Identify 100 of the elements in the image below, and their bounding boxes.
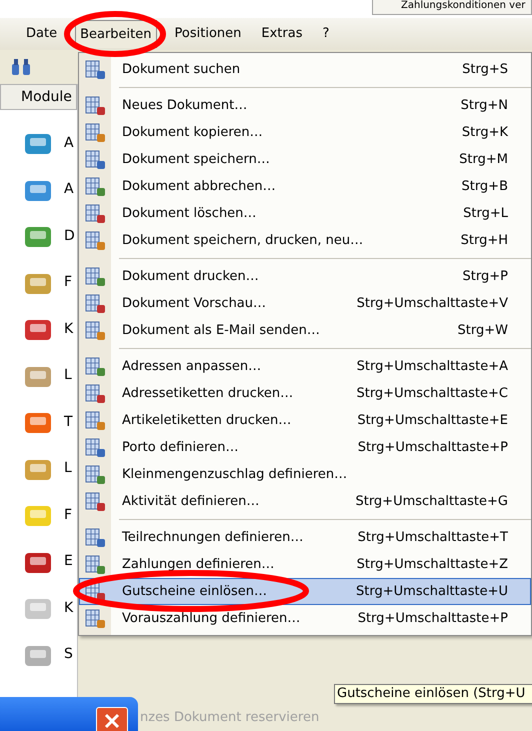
document-grid-icon — [84, 528, 106, 548]
menu-item-label: Adressen anpassen… — [122, 358, 262, 376]
menu-bar-item[interactable]: Positionen — [172, 20, 244, 48]
menu-item-label: Adressetiketten drucken… — [122, 384, 294, 403]
shortcut-text: Strg+K — [462, 124, 508, 142]
document-grid-icon — [84, 96, 106, 116]
module-label[interactable]: F — [64, 272, 72, 294]
menu-item-label: Kleinmengenzuschlag definieren… — [122, 466, 348, 484]
panel-text: Zahlungskonditionen ver — [401, 0, 526, 11]
module-label[interactable]: F — [64, 504, 72, 526]
module-label[interactable]: K — [64, 318, 74, 340]
module-label[interactable]: L — [64, 458, 72, 480]
greyed-menu-text: nzes Dokument reservieren — [140, 709, 320, 727]
document-grid-icon — [84, 230, 106, 250]
menu-item[interactable]: Dokument löschen… Strg+L — [79, 200, 531, 227]
module-label[interactable]: D — [64, 226, 75, 247]
module-label[interactable]: K — [64, 598, 74, 619]
shortcut-text: Strg+Umschalttaste+V — [356, 294, 508, 313]
document-grid-icon — [84, 122, 106, 142]
document-grid-icon — [84, 150, 106, 170]
menu-item-label: Dokument abbrechen… — [122, 178, 277, 196]
menu-bar-item[interactable]: Extras — [259, 20, 304, 48]
menu-item-label: Zahlungen definieren… — [122, 556, 276, 574]
module-tab[interactable]: Module — [0, 84, 77, 110]
shortcut-text: Strg+Umschalttaste+G — [355, 492, 508, 511]
shortcut-text: Strg+N — [460, 96, 508, 115]
module-label[interactable]: A — [64, 179, 74, 200]
menu-item-label: Dokument drucken… — [122, 268, 260, 286]
menu-item-label: Artikeletiketten drucken… — [122, 412, 292, 430]
menu-item[interactable]: Adressen anpassen… Strg+Umschalttaste+A — [79, 353, 531, 380]
menu-item[interactable]: Dokument abbrechen… Strg+B — [79, 173, 531, 200]
menu-item-label: Dokument suchen — [122, 60, 242, 79]
shortcut-text: Strg+M — [459, 150, 508, 169]
close-icon — [104, 713, 120, 729]
menu-item[interactable]: Dokument speichern… Strg+M — [79, 146, 531, 173]
shortcut-text: Strg+W — [458, 322, 508, 340]
menu-bar-item[interactable]: ? — [320, 20, 332, 48]
document-grid-icon — [84, 294, 106, 314]
module-label[interactable]: E — [64, 551, 73, 572]
document-grid-icon — [84, 410, 106, 430]
menu-item[interactable]: Kleinmengenzuschlag definieren… — [79, 461, 531, 488]
menu-item[interactable]: Porto definieren… Strg+Umschalttaste+P — [79, 434, 531, 461]
document-grid-icon — [84, 176, 106, 196]
menu-item-label: Neues Dokument… — [122, 96, 248, 115]
menu-item[interactable]: Adressetiketten drucken… Strg+Umschalttaste+C — [79, 380, 531, 407]
module-label[interactable]: S — [64, 644, 73, 666]
module-label[interactable]: T — [64, 412, 73, 433]
menu-item-label: Dokument speichern… — [122, 150, 271, 169]
menu-item-label: Dokument als E-Mail senden… — [122, 322, 321, 340]
document-grid-icon — [84, 554, 106, 574]
shortcut-text: Strg+Umschalttaste+A — [356, 358, 508, 376]
shortcut-text: Strg+Umschalttaste+T — [358, 528, 508, 547]
document-grid-icon — [84, 384, 106, 404]
module-label[interactable]: A — [64, 132, 74, 154]
menu-bar-item[interactable]: Bearbeiten — [75, 20, 157, 48]
tooltip: Gutscheine einlösen (Strg+U — [334, 684, 532, 704]
shortcut-text: Strg+B — [461, 178, 508, 196]
menu-bar-item[interactable]: Date — [24, 20, 60, 48]
document-grid-icon — [84, 60, 106, 80]
close-button[interactable] — [96, 707, 128, 731]
shortcut-text: Strg+Umschalttaste+Z — [356, 556, 508, 574]
menu-item[interactable]: Artikeletiketten drucken… Strg+Umschalttaste+E — [79, 407, 531, 434]
menu-item-label: Vorauszahlung definieren… — [122, 610, 302, 628]
menu-item[interactable]: Teilrechnungen definieren… Strg+Umschalttaste+T — [79, 524, 531, 551]
document-grid-icon — [84, 438, 106, 458]
shortcut-text: Strg+Umschalttaste+E — [357, 412, 508, 430]
document-grid-icon — [84, 608, 106, 628]
menu-item[interactable]: Vorauszahlung definieren… Strg+Umschalttaste+P — [79, 605, 531, 632]
menu-item[interactable]: Aktivität definieren… Strg+Umschalttaste+G — [79, 488, 531, 515]
menu-item[interactable]: Dokument suchen Strg+S — [79, 56, 531, 83]
shortcut-text: Strg+S — [462, 60, 508, 79]
menu-item-label: Porto definieren… — [122, 438, 240, 457]
menu-item[interactable]: Neues Dokument… Strg+N — [79, 92, 531, 119]
menu-item[interactable]: Dokument als E-Mail senden… Strg+W — [79, 317, 531, 344]
shortcut-text: Strg+Umschalttaste+P — [358, 610, 508, 628]
menu-item[interactable]: Dokument Vorschau… Strg+Umschalttaste+V — [79, 290, 531, 317]
document-grid-icon — [84, 582, 106, 602]
shortcut-text: Strg+H — [460, 232, 508, 250]
document-grid-icon — [84, 464, 106, 484]
menu-item[interactable]: Dokument speichern, drucken, neu… Strg+H — [79, 227, 531, 254]
shortcut-text: Strg+Umschalttaste+P — [358, 438, 508, 457]
shortcut-text: Strg+Umschalttaste+C — [356, 384, 508, 403]
menu-item-label: Teilrechnungen definieren… — [122, 528, 304, 547]
menu-item[interactable]: Dokument drucken… Strg+P — [79, 263, 531, 290]
shortcut-text: Strg+L — [463, 204, 508, 223]
menu-item[interactable]: Gutscheine einlösen… Strg+Umschalttaste+U — [79, 578, 531, 605]
document-grid-icon — [84, 266, 106, 286]
document-grid-icon — [84, 204, 106, 224]
menu-item-label: Dokument löschen… — [122, 204, 258, 223]
binoculars-icon — [10, 58, 32, 76]
menu-item[interactable]: Dokument kopieren… Strg+K — [79, 119, 531, 146]
menu-item-label: Gutscheine einlösen… — [122, 582, 268, 601]
menu-item[interactable]: Zahlungen definieren… Strg+Umschalttaste+Z — [79, 551, 531, 578]
menu-item-label: Dokument Vorschau… — [122, 294, 268, 313]
menu-item-label: Aktivität definieren… — [122, 492, 260, 511]
document-grid-icon — [84, 320, 106, 340]
module-label[interactable]: L — [64, 365, 72, 386]
menu-item-label: Dokument speichern, drucken, neu… — [122, 232, 364, 250]
menu-item-label: Dokument kopieren… — [122, 124, 264, 142]
document-grid-icon — [84, 356, 106, 376]
